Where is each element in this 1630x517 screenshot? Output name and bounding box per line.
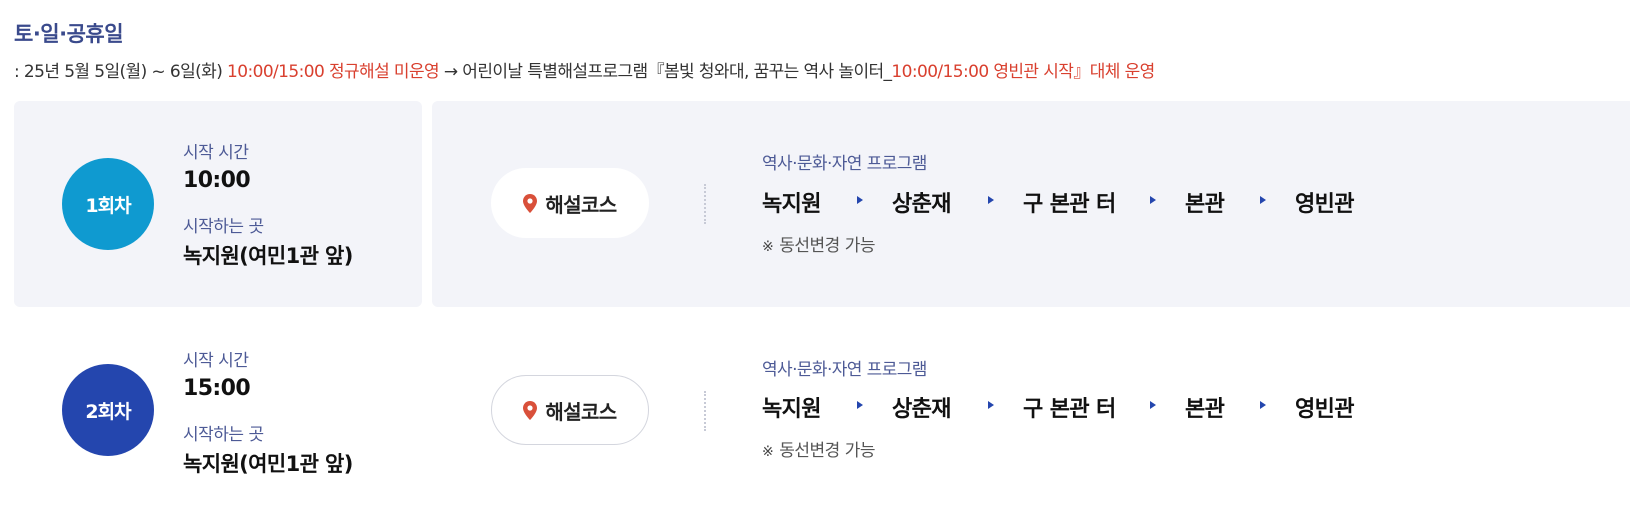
- notice-cancelled-text: 10:00/15:00 정규해설 미운영: [227, 62, 440, 82]
- route-stop: 구 본관 터: [1023, 192, 1116, 217]
- triangle-right-icon: [1260, 401, 1266, 409]
- route-stop: 구 본관 터: [1023, 397, 1116, 422]
- triangle-right-icon: [1260, 196, 1266, 204]
- route-stop: 영빈관: [1295, 192, 1355, 217]
- map-pin-icon: [523, 400, 538, 420]
- notice-replacement-time: 10:00/15:00 영빈관 시작』대체 운영: [891, 62, 1155, 82]
- start-time-value: 10:00: [183, 168, 251, 193]
- program-title: 역사·문화·자연 프로그램: [762, 360, 927, 380]
- start-place-label: 시작하는 곳: [183, 425, 264, 445]
- course-button[interactable]: 해설코스: [491, 375, 649, 445]
- start-time-label: 시작 시간: [183, 143, 249, 163]
- route-stop: 녹지원: [762, 192, 822, 217]
- schedule-notice: : 25년 5월 5일(월) ~ 6일(화) 10:00/15:00 정규해설 …: [14, 57, 1155, 82]
- course-button[interactable]: 해설코스: [491, 168, 649, 238]
- triangle-right-icon: [1150, 196, 1156, 204]
- note-mark: ※: [762, 239, 774, 255]
- route-note: ※ 동선변경 가능: [762, 231, 875, 256]
- session-badge: 2회차: [62, 364, 154, 456]
- session-row-1: 1회차 시작 시간 10:00 시작하는 곳 녹지원(여민1관 앞) 해설코스 …: [0, 101, 1630, 309]
- route-stop: 녹지원: [762, 397, 822, 422]
- notice-date-range: : 25년 5월 5일(월) ~ 6일(화): [14, 62, 228, 82]
- course-button-label: 해설코스: [545, 192, 617, 217]
- route-stop: 상춘재: [892, 397, 952, 422]
- start-place-label: 시작하는 곳: [183, 217, 264, 237]
- divider: [704, 391, 706, 431]
- triangle-right-icon: [1150, 401, 1156, 409]
- start-time-label: 시작 시간: [183, 351, 249, 371]
- program-title: 역사·문화·자연 프로그램: [762, 154, 927, 174]
- triangle-right-icon: [988, 401, 994, 409]
- note-text: 동선변경 가능: [779, 236, 875, 256]
- divider: [704, 184, 706, 224]
- session-badge: 1회차: [62, 158, 154, 250]
- triangle-right-icon: [988, 196, 994, 204]
- start-place-value: 녹지원(여민1관 앞): [183, 452, 353, 476]
- route-stop: 영빈관: [1295, 397, 1355, 422]
- session-row-2: 2회차 시작 시간 15:00 시작하는 곳 녹지원(여민1관 앞) 해설코스 …: [0, 309, 1630, 517]
- triangle-right-icon: [857, 196, 863, 204]
- route-note: ※ 동선변경 가능: [762, 436, 875, 461]
- start-time-value: 15:00: [183, 376, 251, 401]
- route-stop: 본관: [1185, 192, 1225, 217]
- notice-replacement-text: → 어린이날 특별해설프로그램『봄빛 청와대, 꿈꾸는 역사 놀이터_: [439, 62, 892, 82]
- note-mark: ※: [762, 444, 774, 460]
- route-stop: 본관: [1185, 397, 1225, 422]
- map-pin-icon: [523, 193, 538, 213]
- start-place-value: 녹지원(여민1관 앞): [183, 244, 353, 268]
- route-stop: 상춘재: [892, 192, 952, 217]
- triangle-right-icon: [857, 401, 863, 409]
- page-title: 토·일·공휴일: [14, 22, 124, 46]
- note-text: 동선변경 가능: [779, 441, 875, 461]
- course-button-label: 해설코스: [545, 399, 617, 424]
